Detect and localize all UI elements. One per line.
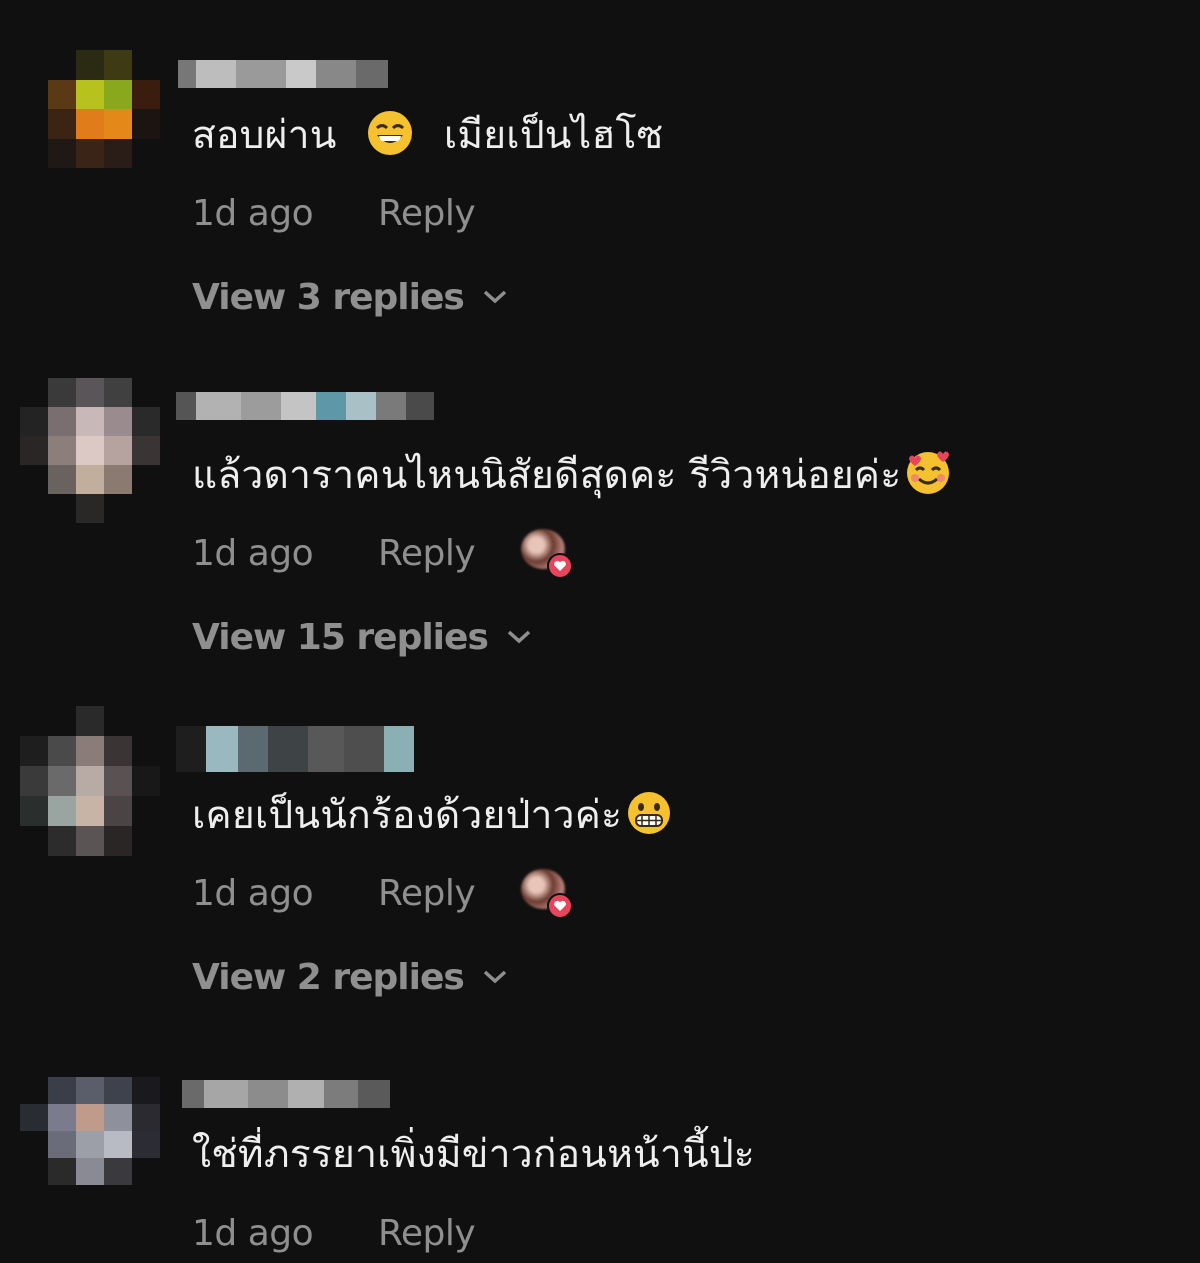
comment-text-part: เมียเป็นไฮโซ <box>443 113 664 158</box>
timestamp: 1d ago <box>192 192 314 234</box>
smiling-face-with-hearts-icon <box>907 451 950 494</box>
comment-text: สอบผ่าน เมียเป็นไฮโซ <box>192 110 663 161</box>
comment-meta: 1d ago Reply <box>192 1208 519 1258</box>
grinning-squint-face-icon <box>368 111 413 155</box>
reply-button[interactable]: Reply <box>378 873 476 914</box>
comment-text-part: แล้วดาราคนไหนนิสัยดีสุดคะ รีวิวหน่อยค่ะ <box>192 453 902 498</box>
heart-icon <box>547 553 574 579</box>
reply-button[interactable]: Reply <box>378 193 476 234</box>
view-replies-button[interactable]: View 2 replies <box>192 952 508 1002</box>
timestamp: 1d ago <box>192 532 314 574</box>
creator-liked-badge <box>519 525 575 581</box>
chevron-down-icon <box>483 970 506 984</box>
comment-text-part: สอบผ่าน <box>192 113 337 158</box>
view-replies-button[interactable]: View 3 replies <box>192 272 508 322</box>
username-blurred[interactable] <box>182 1080 390 1108</box>
chevron-down-icon <box>507 630 531 644</box>
grimacing-face-icon <box>628 792 671 834</box>
avatar-pixelated[interactable] <box>20 378 160 523</box>
username-blurred[interactable] <box>178 60 388 88</box>
avatar-pixelated[interactable] <box>48 50 160 168</box>
timestamp: 1d ago <box>192 872 314 914</box>
avatar-pixelated[interactable] <box>20 706 160 856</box>
comment-text: ใช่ที่ภรรยาเพิ่งมีข่าวก่อนหน้านี้ป่ะ <box>192 1130 755 1180</box>
timestamp: 1d ago <box>192 1212 314 1254</box>
heart-icon <box>547 893 574 919</box>
creator-liked-badge <box>519 865 575 921</box>
view-replies-label: View 15 replies <box>192 616 489 658</box>
username-blurred[interactable] <box>176 726 414 772</box>
comment-text: แล้วดาราคนไหนนิสัยดีสุดคะ รีวิวหน่อยค่ะ <box>192 450 955 501</box>
username-blurred[interactable] <box>176 392 434 420</box>
view-replies-label: View 2 replies <box>192 956 465 998</box>
comment-text-part: เคยเป็นนักร้องด้วยป่าวค่ะ <box>192 793 623 838</box>
reply-button[interactable]: Reply <box>378 533 476 574</box>
comment-text-part: ใช่ที่ภรรยาเพิ่งมีข่าวก่อนหน้านี้ป่ะ <box>192 1132 755 1177</box>
view-replies-label: View 3 replies <box>192 276 465 318</box>
view-replies-button[interactable]: View 15 replies <box>192 612 532 662</box>
chevron-down-icon <box>483 290 506 304</box>
comment-meta: 1d ago Reply <box>192 865 575 921</box>
reply-button[interactable]: Reply <box>378 1213 476 1254</box>
avatar-pixelated[interactable] <box>20 1050 160 1185</box>
comment-meta: 1d ago Reply <box>192 188 519 238</box>
comment-text: เคยเป็นนักร้องด้วยป่าวค่ะ <box>192 790 676 841</box>
comment-meta: 1d ago Reply <box>192 525 575 581</box>
